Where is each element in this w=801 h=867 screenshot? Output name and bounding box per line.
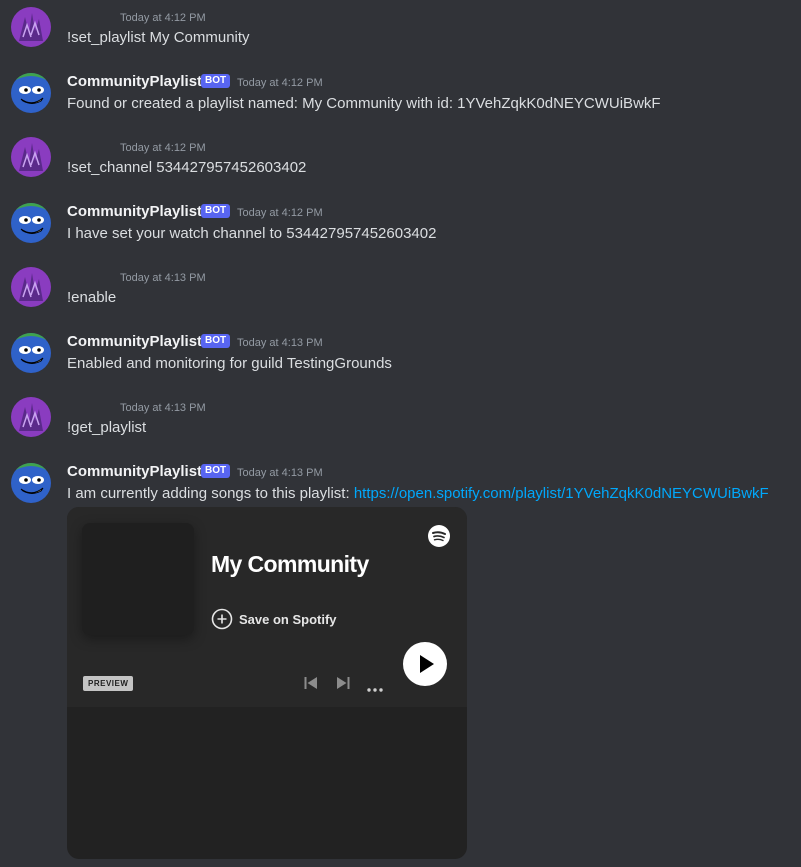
spotify-icon[interactable]: [427, 524, 451, 548]
timestamp: Today at 4:12 PM: [120, 12, 206, 24]
timestamp: Today at 4:12 PM: [237, 77, 323, 89]
message-text: I have set your watch channel to 5344279…: [67, 225, 437, 242]
author-name[interactable]: CommunityPlaylist: [67, 73, 202, 91]
more-icon[interactable]: [366, 680, 384, 698]
message-text: Found or created a playlist named: My Co…: [67, 95, 661, 112]
preview-badge: PREVIEW: [83, 676, 134, 691]
user-avatar[interactable]: [11, 267, 51, 307]
timestamp: Today at 4:12 PM: [120, 142, 206, 154]
message-text: I am currently adding songs to this play…: [67, 484, 769, 504]
bot-avatar[interactable]: [11, 203, 51, 243]
bot-tag: BOT: [201, 464, 231, 478]
save-on-spotify-button[interactable]: Save on Spotify: [211, 608, 337, 630]
timestamp: Today at 4:13 PM: [237, 337, 323, 349]
bot-tag: BOT: [201, 204, 231, 218]
play-button[interactable]: [403, 642, 447, 686]
timestamp: Today at 4:13 PM: [120, 402, 206, 414]
user-avatar[interactable]: [11, 397, 51, 437]
bot-avatar[interactable]: [11, 73, 51, 113]
previous-track-icon[interactable]: [303, 675, 319, 696]
embed-header: My Community Save on Spotify PREVIEW: [67, 507, 467, 707]
add-circle-icon: [211, 608, 233, 630]
user-avatar[interactable]: [11, 137, 51, 177]
bot-avatar[interactable]: [11, 333, 51, 373]
save-label: Save on Spotify: [239, 611, 337, 627]
message-text: !get_playlist: [67, 419, 147, 436]
timestamp: Today at 4:13 PM: [237, 467, 323, 479]
user-avatar[interactable]: [11, 7, 51, 47]
bot-avatar[interactable]: [11, 463, 51, 503]
playlist-link[interactable]: https://open.spotify.com/playlist/1YVehZ…: [354, 485, 769, 502]
author-name[interactable]: CommunityPlaylist: [67, 463, 202, 481]
timestamp: Today at 4:12 PM: [237, 207, 323, 219]
bot-tag: BOT: [201, 334, 231, 348]
spotify-embed: My Community Save on Spotify PREVIEW: [67, 507, 467, 859]
message-text: !set_channel 534427957452603402: [67, 159, 307, 176]
playlist-title[interactable]: My Community: [211, 551, 369, 578]
message-text: !set_playlist My Community: [67, 29, 250, 46]
chat-area: Today at 4:12 PM !set_playlist My Commun…: [0, 0, 801, 867]
author-name[interactable]: CommunityPlaylist: [67, 333, 202, 351]
author-name[interactable]: CommunityPlaylist: [67, 203, 202, 221]
timestamp: Today at 4:13 PM: [120, 272, 206, 284]
next-track-icon[interactable]: [335, 675, 351, 696]
message-text: Enabled and monitoring for guild Testing…: [67, 355, 392, 372]
message-text-prefix: I am currently adding songs to this play…: [67, 485, 354, 502]
message-text: !enable: [67, 289, 117, 306]
bot-tag: BOT: [201, 74, 231, 88]
playlist-cover[interactable]: [82, 523, 194, 635]
play-icon: [420, 655, 434, 673]
